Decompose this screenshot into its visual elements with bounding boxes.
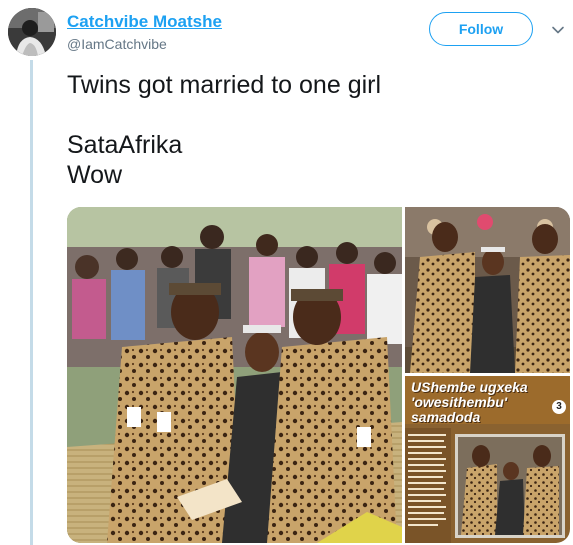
wedding-photo-main[interactable] — [67, 207, 402, 543]
clipping-page-number: 3 — [552, 400, 566, 414]
wedding-photo-secondary[interactable] — [405, 207, 570, 373]
avatar[interactable] — [8, 8, 56, 56]
media-grid: UShembe ugxeka 'owesithembu' samadoda 3 — [67, 207, 570, 543]
author-handle[interactable]: @IamCatchvibe — [67, 36, 167, 52]
author-display-name[interactable]: Catchvibe Moatshe — [67, 12, 222, 32]
follow-button[interactable]: Follow — [429, 12, 533, 46]
thread-line — [30, 60, 33, 545]
tweet-container: Catchvibe Moatshe @IamCatchvibe Follow T… — [0, 0, 573, 545]
tweet-text-line: Twins got married to one girl — [67, 71, 382, 99]
tweet-text-line: SataAfrika — [67, 131, 183, 159]
tweet-text: Twins got married to one girl SataAfrika… — [67, 70, 557, 190]
chevron-down-icon[interactable] — [550, 22, 566, 38]
newspaper-clipping-photo[interactable]: UShembe ugxeka 'owesithembu' samadoda 3 — [405, 376, 570, 543]
clipping-headline: UShembe ugxeka 'owesithembu' samadoda — [411, 379, 528, 425]
tweet-text-line: Wow — [67, 161, 123, 189]
